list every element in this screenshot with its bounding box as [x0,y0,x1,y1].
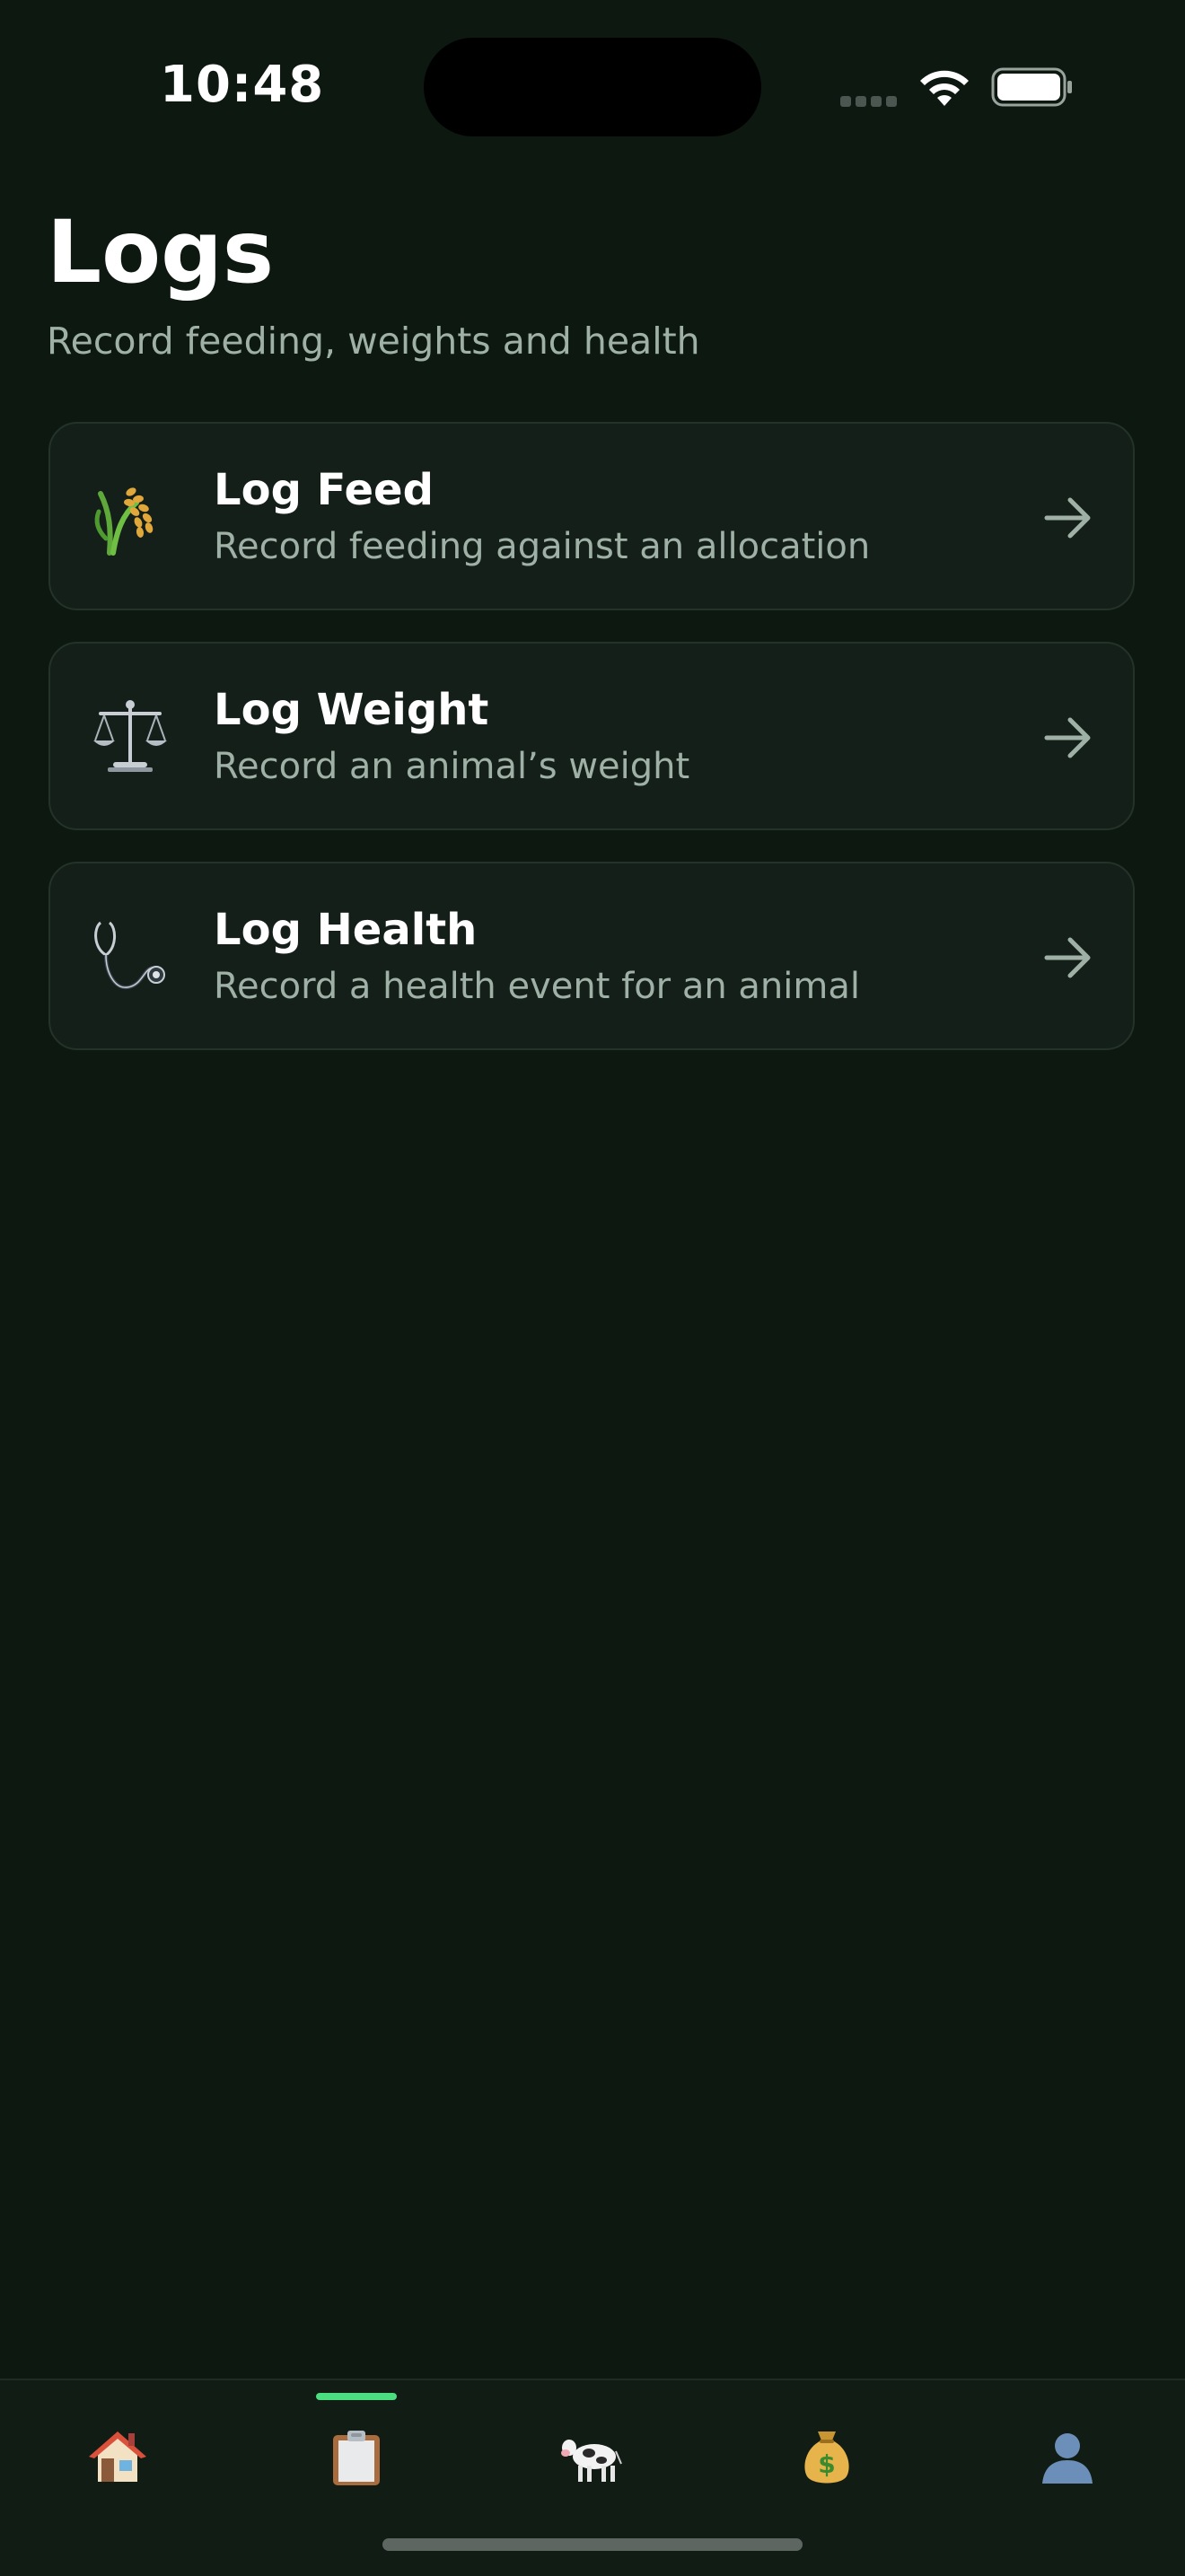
house-icon [89,2431,146,2482]
page-subtitle: Record feeding, weights and health [47,320,700,363]
arrow-right-icon [1044,497,1091,539]
svg-text:$: $ [818,2449,835,2479]
active-tab-indicator [316,2393,397,2400]
tab-profile[interactable] [1027,2416,1108,2497]
log-feed-card[interactable]: Log Feed Record feeding against an alloc… [48,422,1135,610]
tab-home[interactable] [77,2416,158,2497]
balance-scale-icon [90,696,171,776]
log-health-card[interactable]: Log Health Record a health event for an … [48,862,1135,1050]
tab-animals[interactable] [551,2416,632,2497]
card-title: Log Weight [214,685,489,735]
tab-logs[interactable] [316,2416,397,2497]
card-title: Log Health [214,905,478,955]
status-bar: 10:48 [0,0,1185,171]
page-title: Logs [47,202,274,302]
rice-stalk-icon [90,476,171,556]
card-description: Record a health event for an animal [214,966,860,1007]
dynamic-island [424,38,761,136]
card-description: Record feeding against an allocation [214,526,871,567]
battery-icon [991,67,1072,107]
tab-finance[interactable]: $ [786,2416,867,2497]
card-title: Log Feed [214,465,434,515]
arrow-right-icon [1044,937,1091,978]
clipboard-icon [333,2431,380,2485]
home-indicator[interactable] [382,2538,803,2551]
card-description: Record an animal’s weight [214,746,690,787]
cellular-signal-icon [840,93,901,107]
status-time: 10:48 [160,56,325,114]
arrow-right-icon [1044,717,1091,758]
money-bag-icon: $ [804,2431,849,2484]
log-weight-card[interactable]: Log Weight Record an animal’s weight [48,642,1135,830]
wifi-icon [920,70,969,106]
cow-icon [561,2440,622,2482]
user-silhouette-icon [1042,2433,1093,2484]
stethoscope-icon [90,916,171,996]
